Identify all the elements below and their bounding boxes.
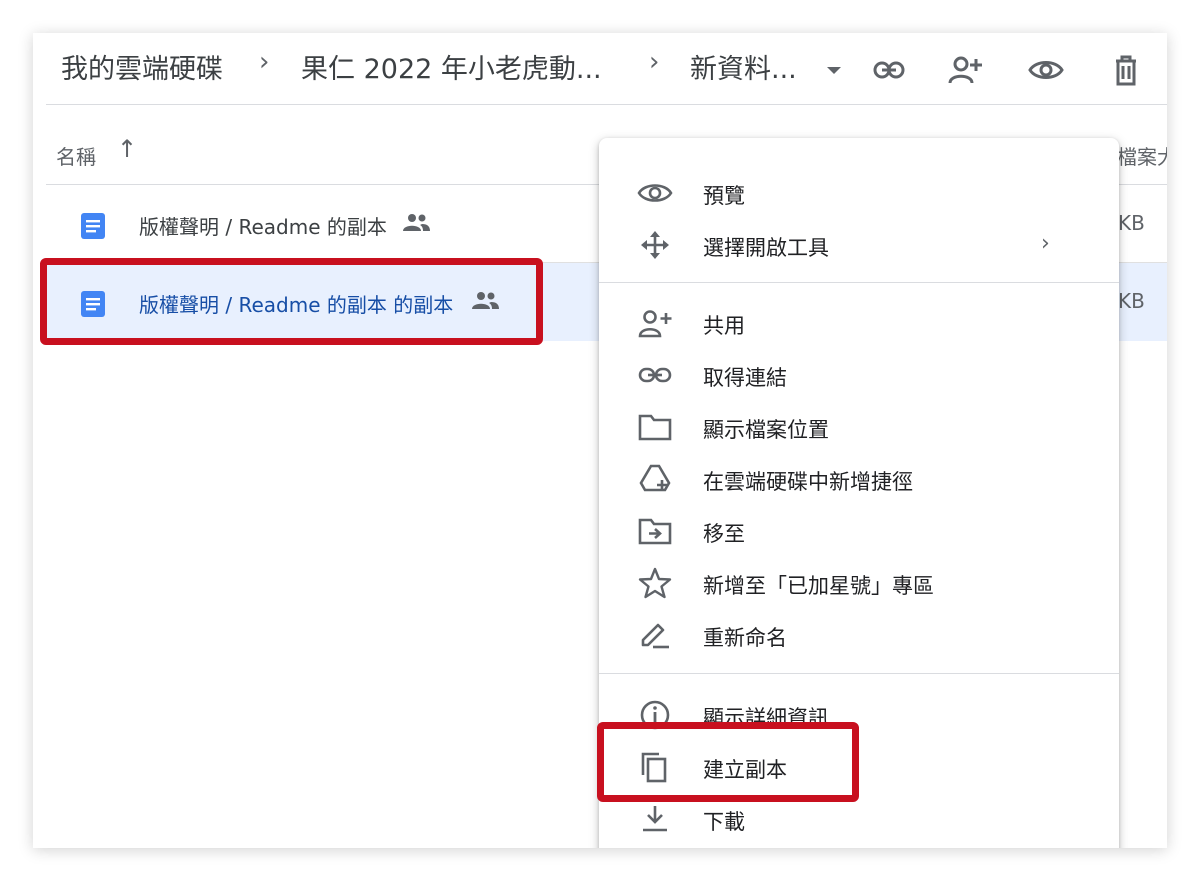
person-add-icon [638,310,672,338]
menu-item-move-to[interactable]: 移至 [599,505,1119,557]
move-arrows-icon [641,231,669,259]
link-icon[interactable] [870,51,908,89]
menu-divider [599,282,1119,283]
star-icon [638,567,672,599]
drive-shortcut-icon [639,464,671,492]
chevron-right-icon: › [259,47,270,77]
file-size: KB [1118,289,1145,313]
menu-item-rename[interactable]: 重新命名 [599,609,1119,661]
menu-item-get-link[interactable]: 取得連結 [599,349,1119,401]
pencil-icon [641,623,669,649]
eye-icon[interactable] [1027,51,1065,89]
file-name[interactable]: 版權聲明 / Readme 的副本 [139,211,387,240]
menu-item-add-star[interactable]: 新增至「已加星號」專區 [599,557,1119,609]
trash-icon[interactable] [1107,51,1145,89]
breadcrumb-current[interactable]: 新資料... [690,47,797,86]
menu-item-show-location[interactable]: 顯示檔案位置 [599,401,1119,453]
breadcrumb: 我的雲端硬碟 › 果仁 2022 年小老虎動... › 新資料... [33,33,1167,105]
highlight-box-make-copy [597,722,859,802]
chevron-right-icon: › [649,47,660,77]
column-name-header[interactable]: 名稱 [56,141,96,170]
google-doc-icon [81,213,105,239]
link-icon [638,367,672,383]
drive-window: 我的雲端硬碟 › 果仁 2022 年小老虎動... › 新資料... 名稱 ↑ … [33,33,1167,848]
menu-item-open-with[interactable]: 選擇開啟工具 › [599,219,1119,271]
eye-icon [637,184,673,202]
breadcrumb-root[interactable]: 我的雲端硬碟 [61,47,223,86]
dropdown-arrow-icon[interactable] [815,51,853,89]
shared-people-icon [403,214,430,231]
menu-item-share[interactable]: 共用 [599,297,1119,349]
sort-arrow-up-icon[interactable]: ↑ [117,135,137,163]
column-size-header[interactable]: 檔案大小 [1117,141,1167,170]
download-icon [643,806,667,832]
breadcrumb-folder[interactable]: 果仁 2022 年小老虎動... [301,47,602,86]
chevron-right-icon: › [1041,231,1050,256]
menu-item-add-shortcut[interactable]: 在雲端硬碟中新增捷徑 [599,453,1119,505]
menu-divider [599,673,1119,674]
menu-item-preview[interactable]: 預覽 [599,167,1119,219]
move-to-folder-icon [638,518,672,545]
folder-icon [638,414,672,441]
file-size: KB [1118,211,1145,235]
person-add-icon[interactable] [947,51,985,89]
highlight-box-file [40,258,543,345]
